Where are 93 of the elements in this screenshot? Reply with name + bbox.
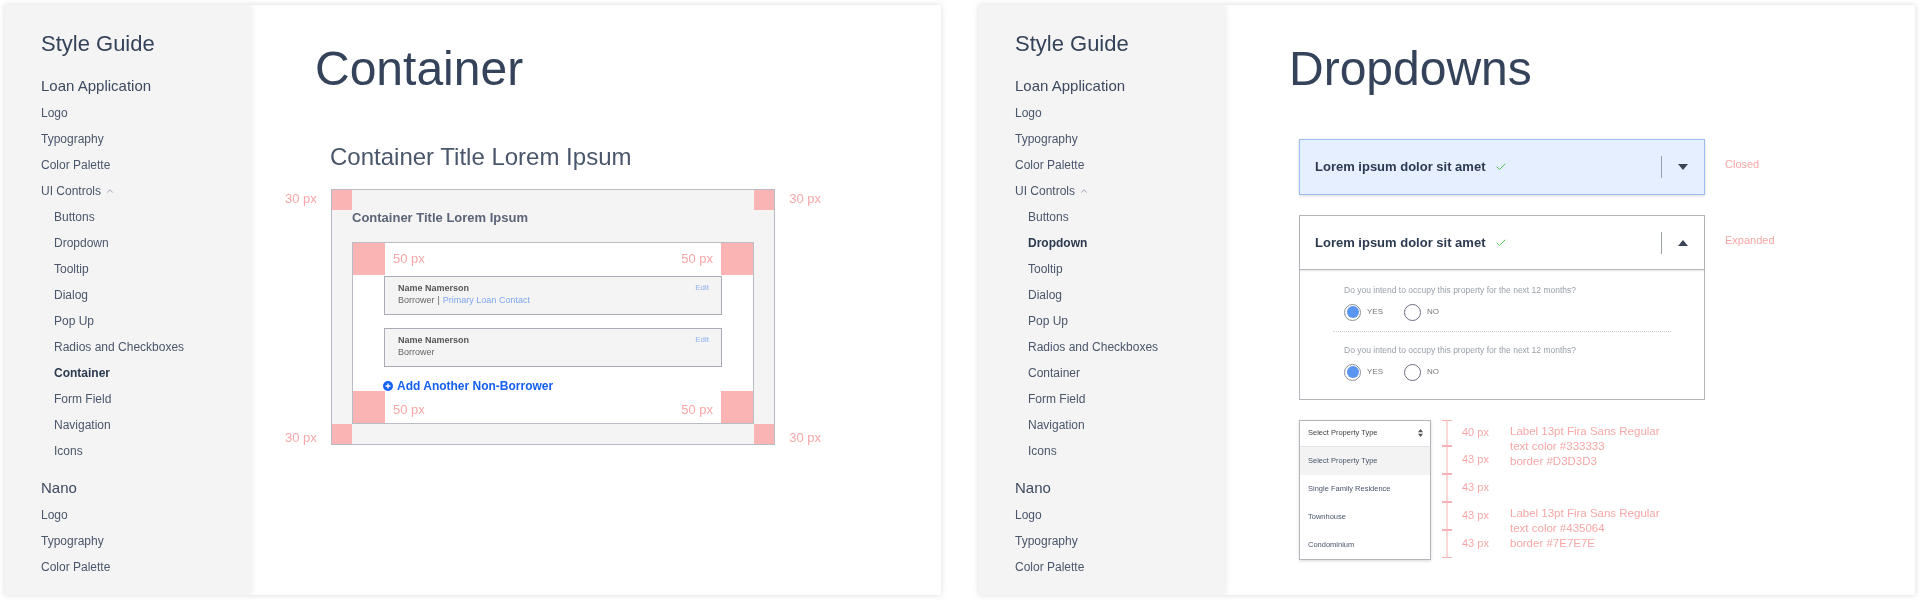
- measure-label: 43 px: [1462, 508, 1490, 524]
- nav-link[interactable]: Form Field: [1028, 390, 1086, 408]
- radio-label: NO: [1427, 366, 1439, 378]
- spacing-label: 30 px: [285, 190, 317, 208]
- nav-link[interactable]: Logo: [41, 104, 68, 122]
- spacing-label: 30 px: [789, 190, 821, 208]
- nav-link[interactable]: Buttons: [54, 208, 95, 226]
- person-name: Name Namerson: [398, 282, 470, 294]
- spacing-label: 50 px: [393, 400, 425, 419]
- spacing-label: 50 px: [681, 400, 713, 419]
- spec-note: Label 13pt Fira Sans Regular text color #435064 border #7E7E7E: [1510, 505, 1660, 551]
- spacing-marker: [353, 243, 385, 275]
- person-role: Borrower: [398, 294, 435, 306]
- section-heading: Nano: [1015, 477, 1052, 498]
- measure-bracket: [1440, 419, 1454, 446]
- nav-link[interactable]: Buttons: [1028, 208, 1069, 226]
- nav-link[interactable]: Pop Up: [54, 312, 95, 330]
- nav-link[interactable]: Tooltip: [1028, 260, 1063, 278]
- accordion-header[interactable]: Lorem ipsum dolor sit amet: [1300, 140, 1704, 194]
- nav-link[interactable]: Navigation: [1028, 416, 1085, 434]
- spacing-label: 50 px: [681, 250, 713, 268]
- caret-up-icon[interactable]: [1678, 239, 1688, 246]
- nav-link[interactable]: Logo: [41, 506, 68, 524]
- nav-link[interactable]: Typography: [1015, 532, 1078, 550]
- nav-link[interactable]: Radios and Checkboxes: [1028, 338, 1159, 356]
- state-note: Closed: [1725, 157, 1760, 172]
- radio-label: NO: [1427, 306, 1439, 319]
- nav-link[interactable]: Dropdown: [54, 234, 109, 252]
- nav-link[interactable]: Color Palette: [41, 558, 111, 576]
- nav-link[interactable]: Typography: [1015, 130, 1078, 148]
- sidebar-title: Style Guide: [41, 30, 156, 58]
- accordion-title: Lorem ipsum dolor sit amet: [1315, 233, 1486, 252]
- question-text: Do you intend to occupy this property for the next 12 months?: [1344, 343, 1577, 357]
- nav-link[interactable]: Form Field: [54, 390, 112, 408]
- spacing-label: 30 px: [789, 428, 821, 447]
- page-title: Container: [315, 45, 525, 97]
- section-heading: Loan Application: [1015, 75, 1127, 96]
- radio-button[interactable]: [1404, 363, 1421, 381]
- accordion-title: Lorem ipsum dolor sit amet: [1315, 158, 1486, 177]
- measure-label: 43 px: [1462, 452, 1490, 468]
- nav-link[interactable]: Color Palette: [41, 156, 111, 174]
- sort-arrows-icon: [1418, 429, 1423, 437]
- spacing-marker: [754, 190, 774, 210]
- section-heading: Loan Application: [41, 75, 153, 96]
- nav-link[interactable]: Container: [1028, 364, 1081, 382]
- add-link[interactable]: Add Another Non-Borrower: [397, 377, 554, 395]
- check-icon: [1495, 161, 1508, 173]
- nav-link[interactable]: Color Palette: [1015, 156, 1085, 174]
- nav-link[interactable]: Dialog: [54, 286, 89, 304]
- card-title: Container Title Lorem Ipsum: [352, 209, 529, 226]
- nav-link[interactable]: Navigation: [54, 416, 111, 434]
- sidebar-title: Style Guide: [1015, 30, 1130, 58]
- radio-button[interactable]: [1404, 303, 1421, 321]
- question-text: Do you intend to occupy this property for the next 12 months?: [1344, 284, 1577, 297]
- spec-note: Label 13pt Fira Sans Regular text color #333333 border #D3D3D3: [1510, 423, 1660, 469]
- nav-link[interactable]: Container: [54, 364, 110, 382]
- nav-link[interactable]: Icons: [1028, 442, 1057, 460]
- measure-bracket: [1440, 445, 1454, 474]
- spacing-marker: [721, 243, 753, 275]
- measure-label: 40 px: [1462, 425, 1490, 441]
- measure-bracket: [1440, 529, 1454, 558]
- page-title: Dropdowns: [1289, 45, 1533, 97]
- measure-label: 43 px: [1462, 480, 1490, 496]
- nav-link[interactable]: Icons: [54, 442, 83, 460]
- caret-down-icon[interactable]: [1678, 164, 1688, 170]
- nav-link[interactable]: Logo: [1015, 104, 1042, 122]
- section-heading: Nano: [41, 477, 78, 498]
- person-name: Name Namerson: [398, 334, 470, 346]
- nav-link[interactable]: Dropdown: [1028, 234, 1088, 252]
- nav-link[interactable]: UI Controls: [1015, 182, 1076, 200]
- nav-link[interactable]: Logo: [1015, 506, 1042, 524]
- spacing-label: 30 px: [285, 428, 317, 447]
- spacing-marker: [332, 190, 352, 210]
- nav-link[interactable]: UI Controls: [41, 182, 102, 200]
- state-note: Expanded: [1725, 233, 1775, 248]
- radio-label: YES: [1367, 306, 1383, 319]
- section-title: Container Title Lorem Ipsum: [330, 142, 633, 172]
- plus-circle-icon[interactable]: [383, 381, 393, 391]
- measure-label: 43 px: [1462, 536, 1490, 552]
- accordion-header[interactable]: Lorem ipsum dolor sit amet: [1300, 216, 1704, 270]
- nav-link[interactable]: Radios and Checkboxes: [54, 338, 185, 356]
- spacing-label: 50 px: [393, 250, 425, 268]
- person-role: Borrower: [398, 346, 435, 358]
- nav-link[interactable]: Typography: [41, 532, 104, 550]
- measure-bracket: [1440, 473, 1454, 502]
- radio-label: YES: [1367, 366, 1383, 378]
- measure-bracket: [1440, 501, 1454, 530]
- nav-link[interactable]: Tooltip: [54, 260, 89, 278]
- nav-link[interactable]: Dialog: [1028, 286, 1063, 304]
- separator: |: [437, 294, 440, 306]
- nav-link[interactable]: Pop Up: [1028, 312, 1069, 330]
- nav-link[interactable]: Typography: [41, 130, 104, 148]
- nav-link[interactable]: Color Palette: [1015, 558, 1085, 576]
